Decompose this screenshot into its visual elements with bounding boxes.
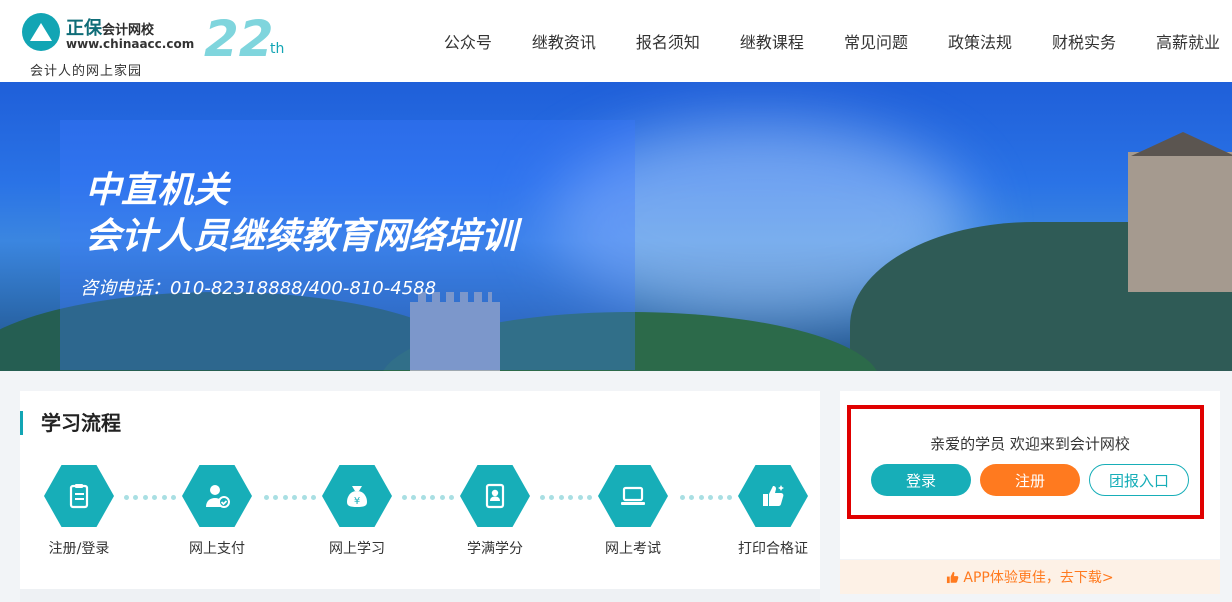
money-bag-icon: ¥ — [322, 465, 392, 527]
step-online-payment[interactable]: 网上支付 — [172, 465, 262, 560]
nav-item-courses[interactable]: 继教课程 — [740, 29, 804, 53]
nav-item-jobs[interactable]: 高薪就业 — [1156, 29, 1220, 53]
site-logo[interactable]: 正保会计网校 www.chinaacc.com 会计人的网上家园 — [20, 10, 194, 79]
app-download-link[interactable]: APP体验更佳，去下载> — [840, 560, 1220, 594]
hero-banner: 中直机关 会计人员继续教育网络培训 咨询电话：010-82318888/400-… — [0, 82, 1232, 371]
nav-item-policies[interactable]: 政策法规 — [948, 29, 1012, 53]
thumbs-up-icon — [947, 571, 959, 583]
nav-item-tax-practice[interactable]: 财税实务 — [1052, 29, 1116, 53]
nav-item-official-account[interactable]: 公众号 — [444, 29, 492, 53]
step-connector — [124, 494, 176, 500]
content-strip — [20, 589, 820, 602]
step-connector — [264, 494, 316, 500]
step-online-exam[interactable]: 网上考试 — [588, 465, 678, 560]
nav-item-registration-notice[interactable]: 报名须知 — [636, 29, 700, 53]
logo-mark-icon — [22, 13, 60, 51]
study-steps: 注册/登录 网上支付 ¥ 网上学习 学满学分 网上考试 打印合格证 — [20, 465, 820, 595]
laptop-icon — [598, 465, 668, 527]
step-register-login[interactable]: 注册/登录 — [34, 465, 124, 560]
step-print-certificate[interactable]: 打印合格证 — [728, 465, 818, 560]
step-online-study[interactable]: ¥ 网上学习 — [312, 465, 402, 560]
main-nav: 公众号 继教资讯 报名须知 继教课程 常见问题 政策法规 财税实务 高薪就业 — [444, 0, 1232, 82]
step-connector — [402, 494, 454, 500]
certificate-icon — [460, 465, 530, 527]
highlight-box — [847, 405, 1204, 519]
banner-phone: 咨询电话：010-82318888/400-810-4588 — [80, 278, 437, 299]
anniversary-badge: 22 th — [204, 10, 285, 68]
banner-title: 中直机关 会计人员继续教育网络培训 — [85, 170, 518, 257]
thumbs-up-icon — [738, 465, 808, 527]
logo-slogan: 会计人的网上家园 — [30, 64, 143, 79]
site-header: 正保会计网校 www.chinaacc.com 会计人的网上家园 22 th 公… — [0, 0, 1232, 82]
section-title: 学习流程 — [20, 411, 121, 435]
svg-text:¥: ¥ — [354, 496, 360, 507]
step-full-credits[interactable]: 学满学分 — [450, 465, 540, 560]
nav-item-faq[interactable]: 常见问题 — [844, 29, 908, 53]
logo-url: www.chinaacc.com — [66, 37, 195, 51]
step-connector — [680, 494, 732, 500]
user-check-icon — [182, 465, 252, 527]
clipboard-icon — [44, 465, 114, 527]
nav-item-news[interactable]: 继教资讯 — [532, 29, 596, 53]
study-process-card: 学习流程 注册/登录 网上支付 ¥ 网上学习 学满学分 网上考试 打印合格证 — [20, 391, 820, 602]
step-connector — [540, 494, 592, 500]
